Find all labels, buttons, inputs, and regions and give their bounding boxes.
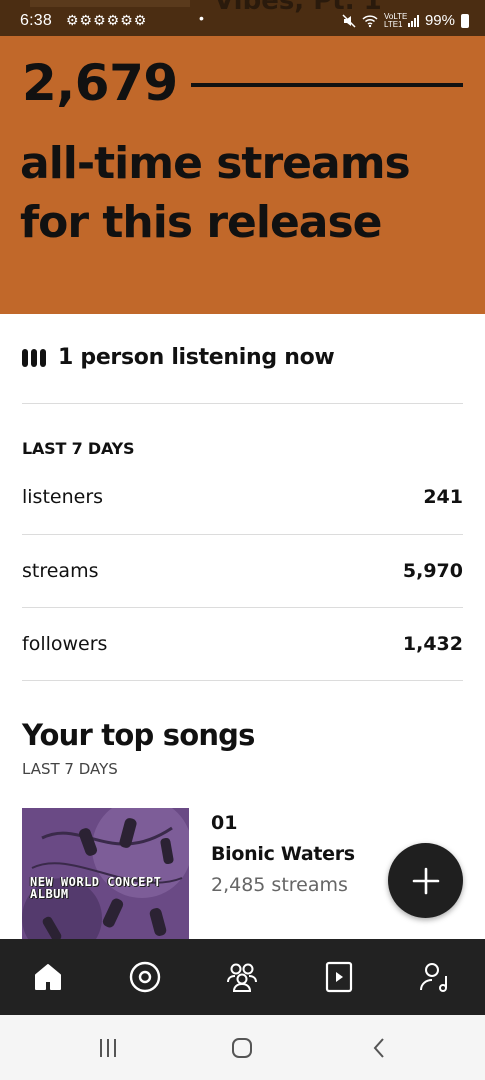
signal-icon <box>407 14 419 27</box>
hero-banner: 2,679 all-time streams for this release <box>0 36 485 314</box>
system-navigation <box>0 1015 485 1080</box>
stat-value: 1,432 <box>402 633 463 655</box>
plus-icon <box>412 867 439 894</box>
play-square-icon <box>325 961 353 993</box>
add-button[interactable] <box>388 843 463 918</box>
top-songs-subtitle: LAST 7 DAYS <box>22 760 118 778</box>
album-thumbnail-strip <box>30 0 190 7</box>
last-7-days-label: LAST 7 DAYS <box>22 439 135 458</box>
notification-dot: • <box>199 10 204 26</box>
artist-icon <box>420 963 447 992</box>
song-streams: 2,485 streams <box>211 874 348 896</box>
stat-row-listeners[interactable]: listeners 241 <box>22 486 463 526</box>
status-bar: 6:38 ⚙⚙⚙⚙⚙⚙ • Vibes, Pt. 1 VoLTE LTE1 99… <box>0 0 485 36</box>
battery-icon <box>461 13 469 28</box>
home-circle-icon <box>232 1038 252 1058</box>
nav-audience[interactable] <box>222 957 262 997</box>
mute-icon <box>342 13 356 28</box>
stat-label: followers <box>22 633 108 655</box>
nav-music[interactable] <box>125 957 165 997</box>
notification-icons: ⚙⚙⚙⚙⚙⚙ <box>66 12 148 28</box>
home-icon <box>35 964 61 990</box>
divider <box>22 607 463 608</box>
all-time-streams-caption: all-time streams for this release <box>20 138 411 248</box>
home-system-button[interactable] <box>222 1033 262 1063</box>
bottom-navigation <box>0 939 485 1015</box>
divider <box>22 534 463 535</box>
equalizer-bars-icon <box>22 348 46 367</box>
status-right: VoLTE LTE1 99% <box>342 12 469 29</box>
divider <box>22 403 463 404</box>
hero-rule <box>191 83 463 87</box>
song-title[interactable]: Bionic Waters <box>211 843 355 865</box>
wifi-icon <box>362 14 378 27</box>
recents-icon <box>100 1039 116 1057</box>
stat-label: listeners <box>22 486 104 508</box>
stat-label: streams <box>22 560 99 582</box>
recents-button[interactable] <box>88 1033 128 1063</box>
network-label: VoLTE LTE1 <box>383 11 408 29</box>
stat-row-streams[interactable]: streams 5,970 <box>22 560 463 600</box>
listening-now: 1 person listening now <box>22 345 335 370</box>
people-icon <box>227 963 257 992</box>
back-button[interactable] <box>360 1033 400 1063</box>
nav-profile[interactable] <box>416 957 456 997</box>
song-artwork[interactable]: NEW WORLD CONCEPT ALBUM <box>22 808 189 948</box>
top-songs-title: Your top songs <box>22 718 255 752</box>
battery-percent: 99% <box>424 12 455 29</box>
all-time-streams-count: 2,679 <box>22 54 178 112</box>
song-rank: 01 <box>211 812 238 834</box>
stat-value: 5,970 <box>402 560 463 582</box>
status-time: 6:38 <box>20 12 52 29</box>
divider <box>22 680 463 681</box>
stat-value: 241 <box>423 486 463 508</box>
nav-video[interactable] <box>319 957 359 997</box>
nav-home[interactable] <box>28 957 68 997</box>
back-icon <box>373 1038 384 1058</box>
stat-row-followers[interactable]: followers 1,432 <box>22 633 463 673</box>
artwork-label: NEW WORLD CONCEPT ALBUM <box>30 875 162 901</box>
disc-icon <box>129 961 161 993</box>
listening-now-text: 1 person listening now <box>58 345 335 370</box>
